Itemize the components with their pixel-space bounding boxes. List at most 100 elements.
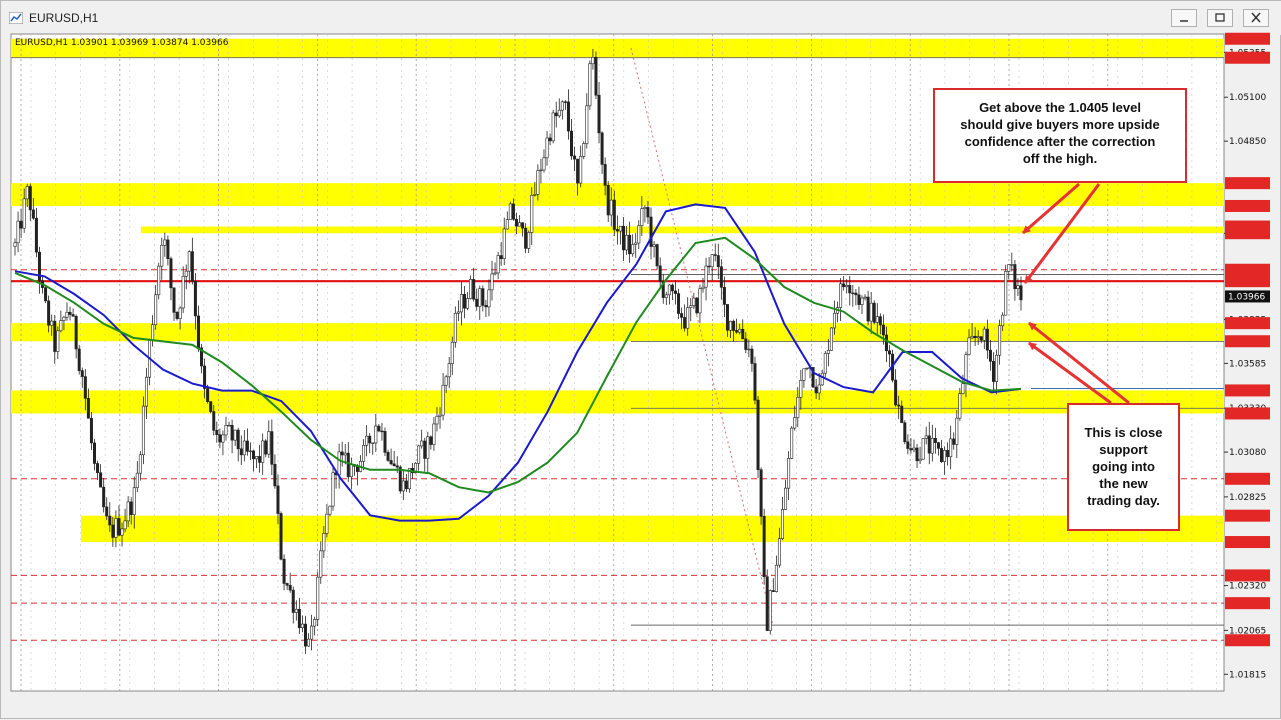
candle-body	[609, 199, 613, 216]
candle-body	[291, 589, 295, 613]
candle-body	[915, 447, 919, 462]
candle-body	[282, 558, 286, 584]
candle-body	[135, 472, 139, 489]
candle-body	[469, 279, 473, 299]
candle-body	[505, 219, 509, 230]
level-price-box	[1225, 51, 1270, 64]
candle-body	[502, 228, 506, 260]
candle-body	[985, 328, 989, 351]
candle-body	[894, 379, 898, 406]
candle-body	[31, 209, 35, 219]
candle-body	[508, 203, 512, 220]
candle-body	[560, 101, 564, 111]
candle-body	[420, 440, 424, 447]
candle-body	[447, 363, 451, 378]
candle-body	[239, 448, 243, 456]
candle-body	[93, 442, 97, 464]
candle-body	[637, 225, 641, 244]
candle-body	[71, 314, 75, 317]
candle-body	[1016, 285, 1020, 289]
candle-body	[377, 425, 381, 432]
candle-body	[597, 94, 601, 134]
candle-body	[56, 330, 60, 352]
candle-body	[958, 393, 962, 419]
candle-body	[264, 440, 268, 455]
candle-body	[368, 435, 372, 444]
candle-body	[664, 294, 668, 298]
candle-body	[279, 513, 283, 560]
candle-body	[802, 368, 806, 381]
candle-body	[771, 590, 775, 592]
candle-body	[285, 583, 289, 586]
candle-body	[386, 452, 390, 461]
candle-body	[991, 360, 995, 382]
level-price-box	[1225, 227, 1270, 240]
level-price-box	[1225, 199, 1270, 212]
candle-body	[28, 186, 32, 211]
level-price-box	[1225, 569, 1270, 582]
candle-body	[719, 266, 723, 288]
candle-body	[667, 284, 671, 296]
candle-body	[89, 417, 93, 444]
price-tick-label: 1.03585	[1229, 359, 1266, 369]
candle-body	[768, 590, 772, 631]
candle-body	[707, 265, 711, 268]
candle-body	[860, 297, 864, 305]
candle-body	[132, 487, 136, 515]
candle-body	[96, 463, 100, 474]
candle-body	[493, 272, 497, 275]
candle-body	[102, 486, 106, 508]
candle-body	[857, 294, 861, 305]
candle-body	[524, 227, 528, 249]
candle-body	[826, 350, 830, 354]
candle-body	[762, 516, 766, 578]
candle-body	[68, 311, 72, 315]
candle-body	[735, 330, 739, 333]
candle-body	[698, 288, 702, 314]
candle-body	[221, 434, 225, 443]
candle-body	[187, 251, 191, 272]
candle-body	[316, 576, 320, 620]
candle-body	[248, 450, 252, 453]
level-price-box	[1225, 275, 1270, 288]
candle-body	[1013, 264, 1017, 289]
candle-body	[805, 367, 809, 370]
candle-body	[545, 137, 549, 159]
candle-body	[695, 297, 699, 314]
level-price-box	[1225, 335, 1270, 348]
price-tick-label: 1.04850	[1229, 137, 1266, 147]
candle-body	[673, 290, 677, 294]
candle-body	[551, 112, 555, 142]
candle-body	[129, 501, 133, 515]
candle-body	[970, 335, 974, 339]
candle-body	[823, 353, 827, 374]
candle-body	[924, 435, 928, 439]
candle-body	[542, 157, 546, 171]
candle-body	[756, 399, 760, 471]
candle-body	[563, 101, 567, 103]
candle-body	[912, 447, 916, 451]
candle-body	[921, 438, 925, 460]
annotation-line: This is close	[1084, 425, 1163, 440]
annotation-line: support	[1099, 442, 1148, 457]
candle-body	[790, 427, 794, 459]
candle-body	[404, 480, 408, 490]
candle-body	[615, 229, 619, 232]
candle-body	[178, 307, 182, 319]
annotation-box-upside: Get above the 1.0405 level should give b…	[933, 88, 1187, 183]
candle-body	[872, 302, 876, 323]
candle-body	[851, 292, 855, 295]
candle-body	[961, 383, 965, 394]
candle-body	[120, 528, 124, 536]
candle-body	[184, 270, 188, 277]
candle-body	[105, 506, 109, 517]
candle-body	[738, 328, 742, 333]
candle-body	[1001, 314, 1005, 327]
candle-body	[230, 424, 234, 441]
candle-body	[585, 105, 589, 144]
candle-body	[310, 625, 314, 640]
candle-body	[884, 334, 888, 352]
candle-body	[570, 130, 574, 157]
candle-body	[784, 487, 788, 510]
candle-body	[462, 294, 466, 309]
